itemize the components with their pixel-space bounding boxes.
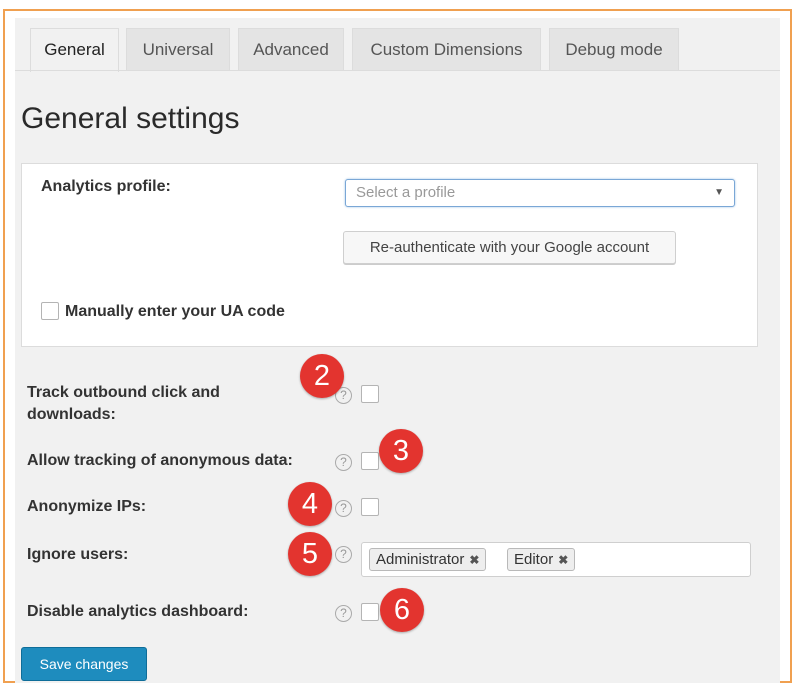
page-title: General settings (21, 102, 240, 135)
save-changes-button[interactable]: Save changes (21, 647, 147, 681)
tab-debug-mode[interactable]: Debug mode (549, 28, 679, 71)
analytics-profile-select[interactable]: Select a profile ▼ (345, 179, 735, 207)
remove-tag-icon[interactable]: ✖ (469, 553, 479, 567)
ignore-users-label: Ignore users: (27, 546, 129, 563)
ignore-users-input[interactable]: Administrator ✖ Editor ✖ (361, 542, 751, 577)
select-placeholder: Select a profile (356, 184, 456, 201)
anonymous-data-label: Allow tracking of anonymous data: (27, 452, 293, 469)
anonymous-data-checkbox[interactable] (361, 452, 379, 470)
callout-marker-5: 5 (288, 532, 332, 576)
disable-dashboard-checkbox[interactable] (361, 603, 379, 621)
settings-panel: General Universal Advanced Custom Dimens… (15, 18, 780, 683)
help-icon[interactable]: ? (335, 500, 352, 517)
tab-universal[interactable]: Universal (126, 28, 230, 71)
analytics-profile-label: Analytics profile: (41, 178, 171, 195)
user-tag-administrator: Administrator ✖ (369, 548, 487, 571)
callout-marker-3: 3 (379, 429, 423, 473)
callout-marker-4: 4 (288, 482, 332, 526)
manual-ua-label: Manually enter your UA code (65, 303, 285, 320)
track-outbound-checkbox[interactable] (361, 385, 379, 403)
help-icon[interactable]: ? (335, 454, 352, 471)
remove-tag-icon[interactable]: ✖ (558, 553, 568, 567)
help-icon[interactable]: ? (335, 546, 352, 563)
callout-marker-2: 2 (300, 354, 344, 398)
user-tag-editor: Editor ✖ (507, 548, 576, 571)
profile-box: Analytics profile: Select a profile ▼ Re… (21, 163, 758, 347)
chevron-down-icon: ▼ (714, 187, 724, 198)
anonymize-ips-label: Anonymize IPs: (27, 498, 147, 515)
tab-custom-dimensions[interactable]: Custom Dimensions (352, 28, 541, 71)
tab-advanced[interactable]: Advanced (238, 28, 344, 71)
tab-divider (15, 70, 780, 71)
anonymize-ips-checkbox[interactable] (361, 498, 379, 516)
track-outbound-label-line2: downloads: (27, 406, 116, 423)
track-outbound-label-line1: Track outbound click and (27, 384, 220, 401)
callout-marker-6: 6 (380, 588, 424, 632)
tab-general[interactable]: General (30, 28, 119, 72)
disable-dashboard-label: Disable analytics dashboard: (27, 603, 249, 620)
reauthenticate-button[interactable]: Re-authenticate with your Google account (343, 231, 676, 264)
manual-ua-checkbox[interactable] (41, 302, 59, 320)
help-icon[interactable]: ? (335, 605, 352, 622)
